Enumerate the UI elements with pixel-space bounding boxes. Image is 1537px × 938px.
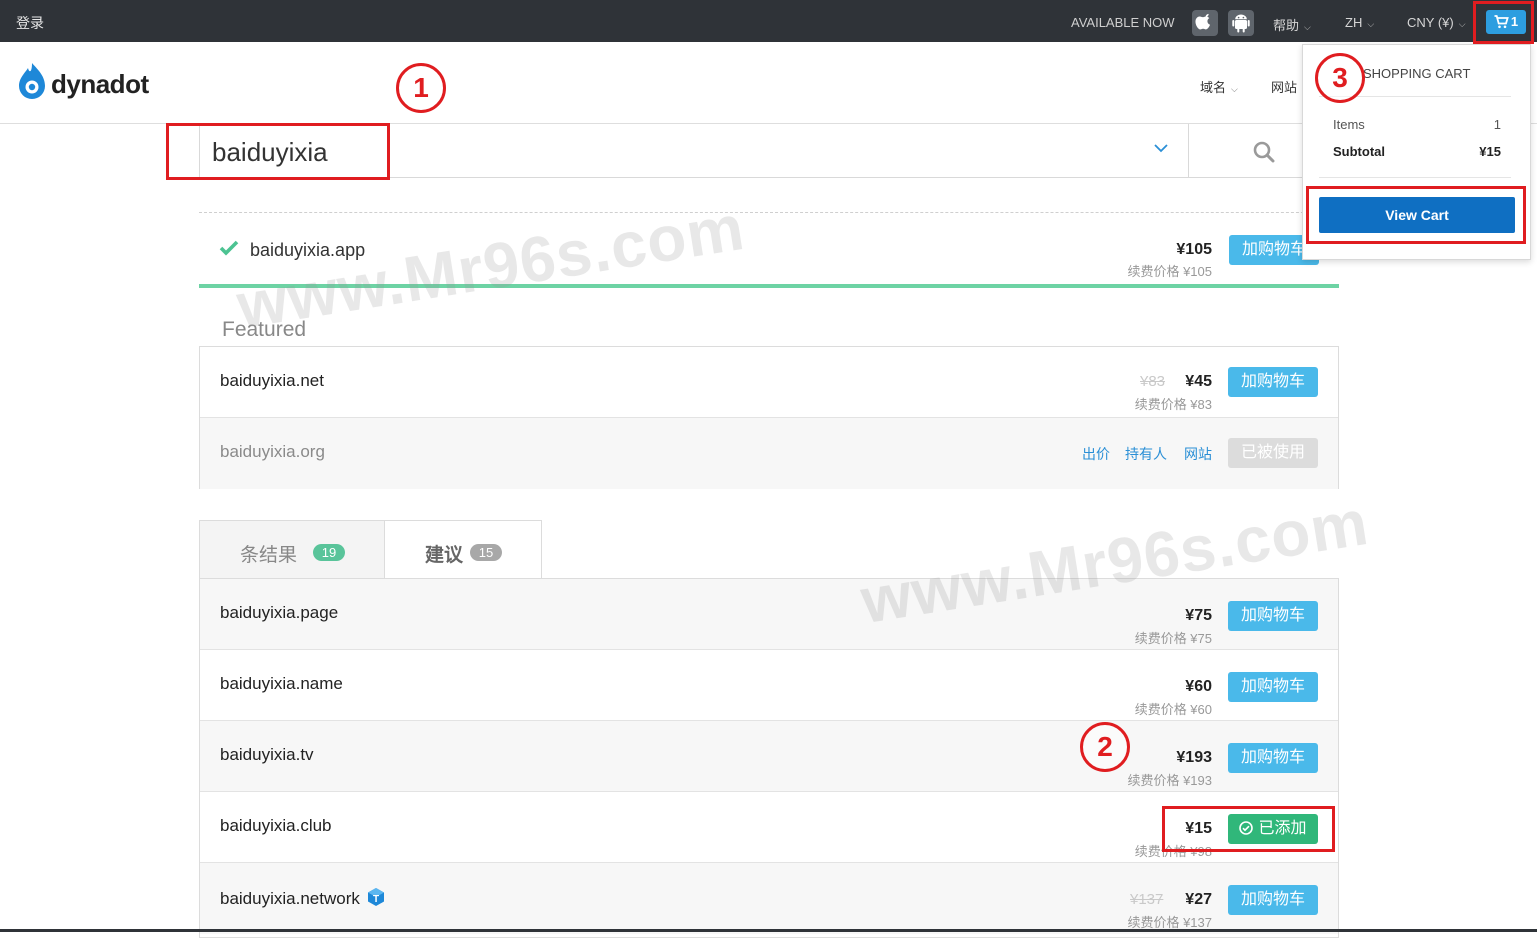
price: ¥45 bbox=[1185, 373, 1212, 390]
results-count-badge: 19 bbox=[313, 544, 345, 561]
nav-domains-label: 域名 bbox=[1200, 80, 1227, 95]
domain-name[interactable]: baiduyixia.network bbox=[220, 889, 360, 908]
login-link[interactable]: 登录 bbox=[16, 13, 44, 33]
cart-subtotal-label: Subtotal bbox=[1333, 144, 1385, 159]
annotation-box-cart bbox=[1473, 1, 1534, 44]
renewal-price: 续费价格 ¥83 bbox=[1134, 397, 1212, 412]
list-item: baiduyixia.org 出价 持有人 网站 已被使用 bbox=[200, 418, 1338, 489]
price: ¥75 bbox=[1185, 607, 1212, 624]
table-row: baiduyixia.name ¥60 续费价格 ¥60 加购物车 bbox=[200, 650, 1338, 721]
website-link[interactable]: 网站 bbox=[1184, 444, 1212, 464]
premium-badge-icon: T bbox=[367, 887, 385, 912]
table-row: baiduyixia.tv ¥193 续费价格 ¥193 加购物车 bbox=[200, 721, 1338, 792]
search-icon bbox=[1253, 141, 1275, 163]
taken-button: 已被使用 bbox=[1228, 438, 1318, 468]
language-label: ZH bbox=[1345, 15, 1363, 30]
add-to-cart-button[interactable]: 加购物车 bbox=[1228, 367, 1318, 397]
owner-link[interactable]: 持有人 bbox=[1125, 444, 1167, 464]
annotation-number: 1 bbox=[396, 63, 446, 113]
apple-icon[interactable] bbox=[1192, 10, 1218, 36]
nav-website[interactable]: 网站 bbox=[1271, 77, 1297, 96]
tab-suggestions[interactable]: 建议 15 bbox=[384, 520, 542, 578]
check-icon bbox=[219, 240, 239, 261]
table-row: baiduyixia.network T ¥137 ¥27 续费价格 ¥137 加… bbox=[200, 863, 1338, 934]
tab-results-label: 条结果 bbox=[240, 545, 298, 566]
featured-list: baiduyixia.net ¥83 ¥45 续费价格 ¥83 加购物车 bai… bbox=[199, 346, 1339, 489]
add-to-cart-button[interactable]: 加购物车 bbox=[1228, 672, 1318, 702]
tab-results[interactable]: 条结果 19 bbox=[199, 520, 385, 578]
domain-name[interactable]: baiduyixia.club bbox=[220, 816, 332, 836]
list-item: baiduyixia.net ¥83 ¥45 续费价格 ¥83 加购物车 bbox=[200, 347, 1338, 418]
top-bar: 登录 AVAILABLE NOW 帮助 ⌵ ZH ⌵ CNY (¥) ⌵ 1 bbox=[0, 0, 1537, 42]
chevron-down-icon: ⌵ bbox=[1231, 84, 1238, 94]
cart-subtotal-value: ¥15 bbox=[1479, 144, 1501, 159]
android-icon[interactable] bbox=[1228, 10, 1254, 36]
add-to-cart-button[interactable]: 加购物车 bbox=[1228, 743, 1318, 773]
bid-link[interactable]: 出价 bbox=[1082, 444, 1110, 464]
cart-items-label: Items bbox=[1333, 117, 1365, 132]
annotation-box-search bbox=[166, 123, 390, 180]
available-now-label: AVAILABLE NOW bbox=[1071, 15, 1175, 30]
domain-name[interactable]: baiduyixia.name bbox=[220, 674, 343, 694]
results-list: baiduyixia.page ¥75 续费价格 ¥75 加购物车 baiduy… bbox=[199, 578, 1339, 938]
domain-name[interactable]: baiduyixia.org bbox=[220, 442, 325, 462]
logo-text[interactable]: dynadot bbox=[51, 69, 149, 100]
divider bbox=[1319, 177, 1511, 178]
top-result-renewal: 续费价格 ¥105 bbox=[1127, 264, 1212, 279]
dynadot-logo-icon[interactable] bbox=[16, 62, 48, 107]
tab-suggestions-label: 建议 bbox=[425, 545, 464, 566]
renewal-price: 续费价格 ¥75 bbox=[1134, 631, 1212, 646]
divider bbox=[199, 212, 1339, 213]
currency-menu[interactable]: CNY (¥) ⌵ bbox=[1407, 15, 1466, 30]
renewal-price: 续费价格 ¥60 bbox=[1134, 702, 1212, 717]
add-to-cart-button[interactable]: 加购物车 bbox=[1228, 885, 1318, 915]
add-to-cart-button[interactable]: 加购物车 bbox=[1228, 601, 1318, 631]
cart-title: SHOPPING CART bbox=[1363, 66, 1471, 81]
language-menu[interactable]: ZH ⌵ bbox=[1345, 15, 1374, 30]
suggestions-count-badge: 15 bbox=[470, 544, 502, 561]
annotation-number: 3 bbox=[1315, 53, 1365, 103]
annotation-box-view-cart bbox=[1306, 186, 1526, 244]
svg-text:T: T bbox=[373, 894, 379, 905]
chevron-down-icon: ⌵ bbox=[1458, 19, 1466, 29]
chevron-down-icon: ⌵ bbox=[1367, 19, 1375, 29]
help-menu[interactable]: 帮助 ⌵ bbox=[1273, 15, 1311, 34]
nav-website-label: 网站 bbox=[1271, 80, 1298, 95]
domain-name[interactable]: baiduyixia.page bbox=[220, 603, 338, 623]
annotation-number: 2 bbox=[1080, 722, 1130, 772]
price: ¥60 bbox=[1185, 678, 1212, 695]
currency-label: CNY (¥) bbox=[1407, 15, 1454, 30]
renewal-price: 续费价格 ¥193 bbox=[1127, 773, 1212, 788]
top-result-price: ¥105 bbox=[1176, 241, 1212, 258]
nav-domains[interactable]: 域名 ⌵ bbox=[1200, 77, 1238, 96]
chevron-down-icon[interactable] bbox=[1154, 142, 1168, 156]
domain-name-wrap: baiduyixia.network T bbox=[220, 887, 385, 912]
chevron-down-icon: ⌵ bbox=[1304, 22, 1311, 32]
annotation-box-added bbox=[1162, 806, 1335, 852]
domain-name[interactable]: baiduyixia.tv bbox=[220, 745, 314, 765]
cart-items-value: 1 bbox=[1493, 117, 1501, 132]
price: ¥27 bbox=[1185, 891, 1212, 908]
old-price: ¥137 bbox=[1130, 891, 1164, 908]
domain-name[interactable]: baiduyixia.net bbox=[220, 371, 324, 391]
help-label: 帮助 bbox=[1273, 18, 1300, 33]
price: ¥193 bbox=[1176, 749, 1212, 766]
